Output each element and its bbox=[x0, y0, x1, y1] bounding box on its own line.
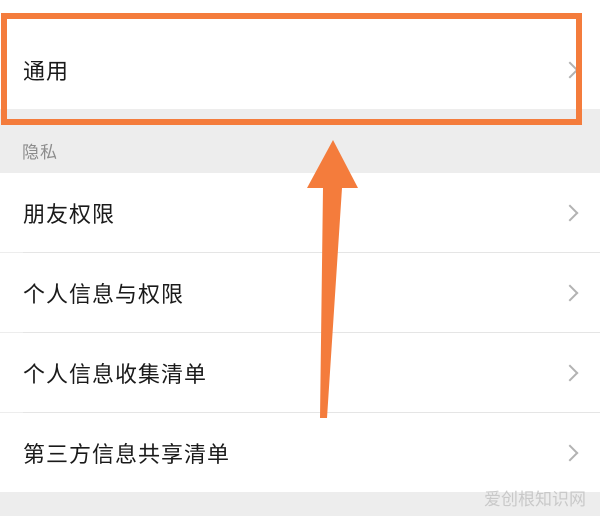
chevron-right-icon bbox=[561, 444, 579, 461]
settings-item-general-label: 通用 bbox=[23, 59, 70, 85]
settings-item-label: 第三方信息共享清单 bbox=[23, 442, 231, 468]
chevron-right-icon bbox=[561, 61, 579, 78]
section-header-privacy: 隐私 bbox=[0, 127, 600, 173]
settings-item-label: 个人信息收集清单 bbox=[23, 362, 208, 388]
watermark: 爱创根知识网 bbox=[484, 490, 586, 510]
settings-item-label: 朋友权限 bbox=[23, 202, 116, 228]
settings-item-general[interactable]: 通用 bbox=[0, 30, 600, 109]
chevron-right-icon bbox=[561, 364, 579, 381]
chevron-right-icon bbox=[561, 284, 579, 301]
settings-item-label: 个人信息与权限 bbox=[23, 282, 185, 308]
settings-item-personal-info-permissions[interactable]: 个人信息与权限 bbox=[0, 253, 600, 332]
settings-item-third-party-sharing[interactable]: 第三方信息共享清单 bbox=[0, 413, 600, 492]
chevron-right-icon bbox=[561, 204, 579, 221]
settings-item-personal-info-collection[interactable]: 个人信息收集清单 bbox=[0, 333, 600, 412]
settings-item-friend-permissions[interactable]: 朋友权限 bbox=[0, 173, 600, 252]
top-strip bbox=[0, 0, 600, 30]
section-header-privacy-label: 隐私 bbox=[22, 142, 58, 163]
